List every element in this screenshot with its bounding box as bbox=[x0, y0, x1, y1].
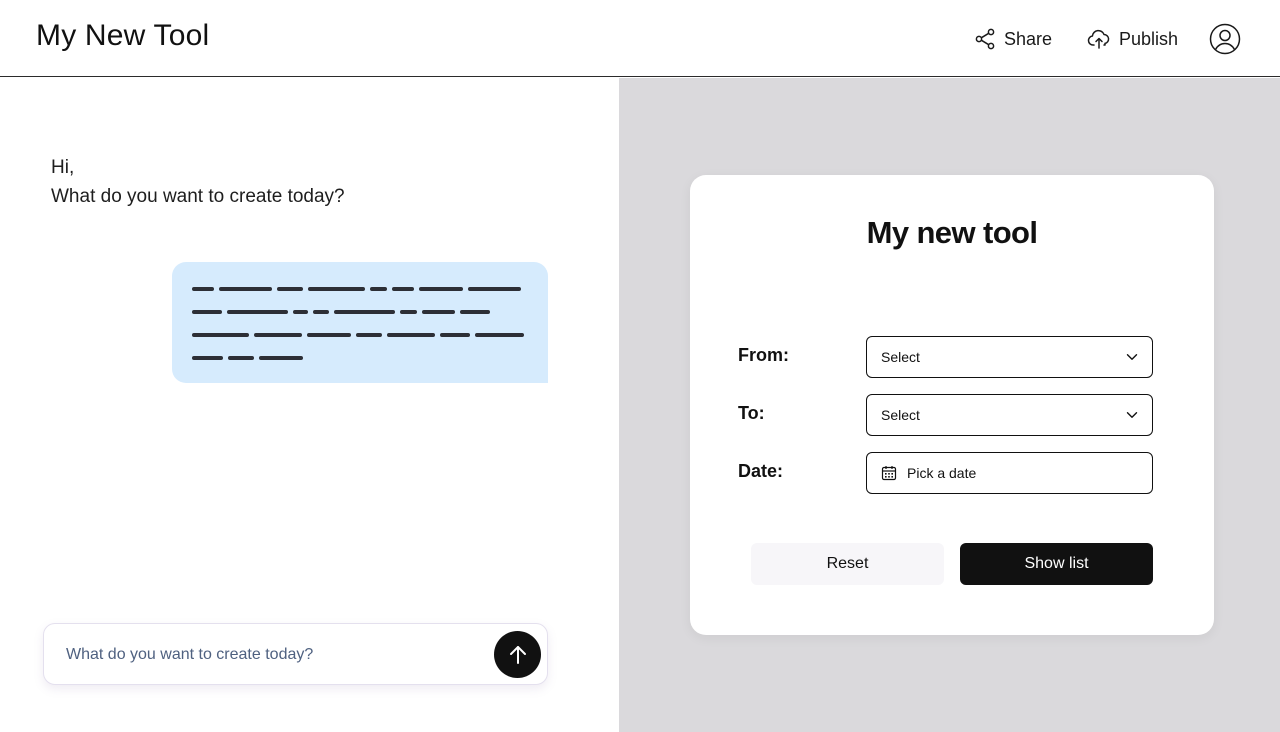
publish-label: Publish bbox=[1119, 28, 1179, 49]
to-select-value: Select bbox=[881, 407, 920, 423]
from-select[interactable]: Select bbox=[866, 336, 1153, 378]
publish-button[interactable]: Publish bbox=[1087, 26, 1178, 52]
share-label: Share bbox=[1004, 28, 1053, 49]
preview-panel: My new tool From: Select To: Select Date… bbox=[619, 78, 1280, 732]
date-label: Date: bbox=[738, 461, 784, 481]
from-select-value: Select bbox=[881, 349, 920, 365]
app-header: My New Tool Share Publish bbox=[0, 0, 1280, 77]
send-button[interactable] bbox=[494, 631, 541, 678]
date-picker-value: Pick a date bbox=[907, 465, 977, 481]
user-avatar-button[interactable] bbox=[1209, 23, 1241, 55]
share-button[interactable]: Share bbox=[974, 26, 1052, 52]
chevron-down-icon bbox=[1126, 354, 1138, 360]
tool-title: My new tool bbox=[866, 215, 1038, 250]
app-title: My New Tool bbox=[36, 19, 210, 52]
from-label: From: bbox=[738, 345, 789, 365]
chat-input[interactable] bbox=[66, 643, 486, 667]
greeting-line-prompt: What do you want to create today? bbox=[51, 186, 345, 207]
to-label: To: bbox=[738, 403, 765, 423]
to-select[interactable]: Select bbox=[866, 394, 1153, 436]
share-icon bbox=[974, 28, 996, 50]
greeting-line-hi: Hi, bbox=[51, 157, 75, 178]
tool-preview-card: My new tool From: Select To: Select Date… bbox=[690, 175, 1214, 635]
reset-button[interactable]: Reset bbox=[751, 543, 944, 585]
arrow-up-icon bbox=[509, 645, 526, 664]
show-list-button[interactable]: Show list bbox=[960, 543, 1153, 585]
user-message-bubble bbox=[172, 262, 548, 383]
calendar-icon bbox=[881, 466, 897, 481]
cloud-upload-icon bbox=[1087, 28, 1111, 50]
chat-input-box bbox=[43, 623, 548, 685]
chevron-down-icon bbox=[1126, 412, 1138, 418]
date-picker[interactable]: Pick a date bbox=[866, 452, 1153, 494]
chat-panel: Hi, What do you want to create today? bbox=[0, 78, 619, 732]
chat-greeting: Hi, What do you want to create today? bbox=[51, 153, 345, 211]
user-avatar-icon bbox=[1209, 23, 1241, 55]
